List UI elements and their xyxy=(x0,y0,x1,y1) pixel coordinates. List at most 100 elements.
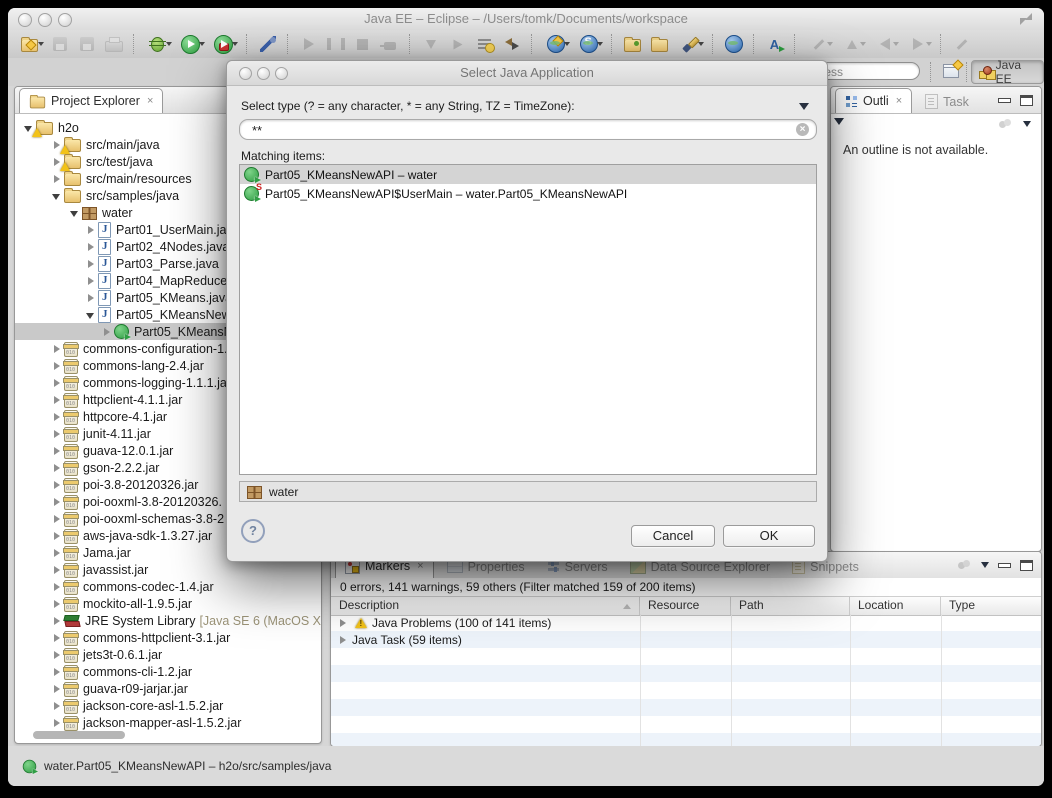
run-button[interactable] xyxy=(175,32,206,56)
ok-button[interactable]: OK xyxy=(723,525,815,547)
marker-group-row[interactable]: Java Task (59 items) xyxy=(331,631,1041,648)
horizontal-scrollbar[interactable] xyxy=(19,730,317,740)
expand-arrow-icon[interactable] xyxy=(85,256,98,272)
new-web-service-button[interactable] xyxy=(540,32,571,56)
suspend-button[interactable] xyxy=(323,32,348,56)
view-toolbar-dots-icon[interactable] xyxy=(999,119,1013,129)
jar-icon xyxy=(64,699,78,714)
expand-arrow-icon[interactable] xyxy=(69,205,82,221)
column-header-resource[interactable]: Resource xyxy=(640,597,731,615)
runnable-class-icon xyxy=(23,759,37,773)
step-over-button[interactable] xyxy=(445,32,470,56)
run-jsp-button[interactable]: A xyxy=(762,32,787,56)
run-external-tools-icon xyxy=(214,35,233,54)
expand-arrow-icon[interactable] xyxy=(85,273,98,289)
expand-arrow-icon[interactable] xyxy=(51,188,64,204)
cancel-button[interactable]: Cancel xyxy=(631,525,715,547)
jar-icon xyxy=(64,597,78,612)
java-file-icon xyxy=(98,256,111,272)
column-header-location[interactable]: Location xyxy=(850,597,941,615)
source-folder-icon xyxy=(64,173,81,186)
close-tab-icon[interactable]: × xyxy=(896,95,902,107)
back-button[interactable] xyxy=(869,32,900,56)
help-button[interactable]: ? xyxy=(241,519,265,543)
skip-all-breakpoints-button[interactable] xyxy=(255,32,280,56)
marker-group-row[interactable]: Java Problems (100 of 141 items) xyxy=(331,614,1041,631)
expand-arrow-icon[interactable] xyxy=(101,324,114,340)
column-header-path[interactable]: Path xyxy=(731,597,850,615)
perspective-label: Java EE xyxy=(996,58,1036,86)
disconnect-button[interactable] xyxy=(377,32,402,56)
list-item-selected[interactable]: Part05_KMeansNewAPI – water xyxy=(240,165,816,184)
forward-button[interactable] xyxy=(902,32,933,56)
type-filter-input[interactable]: ** xyxy=(239,119,817,140)
tab-label: Task xyxy=(943,95,969,109)
tree-item[interactable]: commons-httpclient-3.1.jar xyxy=(15,629,321,646)
save-all-button[interactable] xyxy=(74,32,99,56)
minimize-view-icon[interactable] xyxy=(998,563,1011,568)
tab-outline[interactable]: Outli × xyxy=(835,88,912,113)
terminate-button[interactable] xyxy=(350,32,375,56)
web-browser-button[interactable] xyxy=(721,32,746,56)
scrollbar-thumb[interactable] xyxy=(33,731,125,739)
close-tab-icon[interactable]: × xyxy=(147,95,153,107)
maximize-view-icon[interactable] xyxy=(1020,560,1033,571)
tree-item[interactable]: commons-codec-1.4.jar xyxy=(15,578,321,595)
view-menu-chevron-icon[interactable] xyxy=(1023,121,1031,127)
jar-icon xyxy=(64,716,78,731)
source-folder-icon xyxy=(64,190,81,203)
expand-arrow-icon[interactable] xyxy=(337,615,350,631)
minimize-view-icon[interactable] xyxy=(998,98,1011,103)
tree-item[interactable]: guava-r09-jarjar.jar xyxy=(15,680,321,697)
expand-arrow-icon[interactable] xyxy=(85,307,98,323)
toolbar-separator xyxy=(409,34,411,54)
run-external-tools-button[interactable] xyxy=(208,32,239,56)
tree-item[interactable]: jackson-mapper-asl-1.5.2.jar xyxy=(15,714,321,731)
editor-view-menu-chevron-icon[interactable] xyxy=(834,118,844,125)
expand-arrow-icon[interactable] xyxy=(51,613,64,629)
view-toolbar-dots-icon[interactable] xyxy=(958,560,972,570)
search-button[interactable] xyxy=(674,32,705,56)
servers-icon xyxy=(547,561,560,573)
filter-menu-chevron-icon[interactable] xyxy=(799,103,809,110)
new-soap-service-button[interactable]: S xyxy=(573,32,604,56)
record-launch-button[interactable] xyxy=(472,32,497,56)
expand-arrow-icon[interactable] xyxy=(337,632,350,648)
last-edit-location-button[interactable] xyxy=(803,32,834,56)
new-wizard-button[interactable] xyxy=(14,32,45,56)
jar-icon xyxy=(64,682,78,697)
tree-item[interactable]: JRE System Library[Java SE 6 (MacOS X De xyxy=(15,612,321,629)
column-header-description[interactable]: Description xyxy=(331,597,640,615)
step-into-button[interactable] xyxy=(418,32,443,56)
expand-arrow-icon[interactable] xyxy=(85,222,98,238)
list-item[interactable]: Part05_KMeansNewAPI$UserMain – water.Par… xyxy=(240,184,816,203)
open-perspective-button[interactable] xyxy=(936,60,966,82)
save-button[interactable] xyxy=(47,32,72,56)
tree-item[interactable]: javassist.jar xyxy=(15,561,321,578)
maximize-view-icon[interactable] xyxy=(1020,95,1033,106)
import-button[interactable] xyxy=(620,32,645,56)
tree-item[interactable]: jets3t-0.6.1.jar xyxy=(15,646,321,663)
fullscreen-icon[interactable] xyxy=(1020,13,1032,25)
tab-project-explorer[interactable]: Project Explorer × xyxy=(19,88,163,113)
pin-editor-button[interactable] xyxy=(949,32,974,56)
debug-button[interactable] xyxy=(142,32,173,56)
resume-button[interactable] xyxy=(296,32,321,56)
export-button[interactable] xyxy=(647,32,672,56)
expand-arrow-icon[interactable] xyxy=(85,290,98,306)
print-button[interactable] xyxy=(101,32,126,56)
tree-item[interactable]: jackson-core-asl-1.5.2.jar xyxy=(15,697,321,714)
view-menu-chevron-icon[interactable] xyxy=(981,562,989,568)
tree-item[interactable]: commons-cli-1.2.jar xyxy=(15,663,321,680)
expand-arrow-icon[interactable] xyxy=(85,239,98,255)
launch-swap-button[interactable] xyxy=(499,32,524,56)
tree-item[interactable]: mockito-all-1.9.5.jar xyxy=(15,595,321,612)
qualifier-label: water xyxy=(269,485,298,499)
perspective-java-ee-button[interactable]: Java EE xyxy=(971,60,1044,84)
expand-arrow-icon[interactable] xyxy=(51,171,64,187)
column-header-type[interactable]: Type xyxy=(941,597,1041,615)
clear-filter-icon[interactable]: × xyxy=(796,123,809,136)
source-folder-icon xyxy=(64,156,81,169)
tab-task[interactable]: Task xyxy=(916,90,978,113)
next-annotation-button[interactable] xyxy=(836,32,867,56)
